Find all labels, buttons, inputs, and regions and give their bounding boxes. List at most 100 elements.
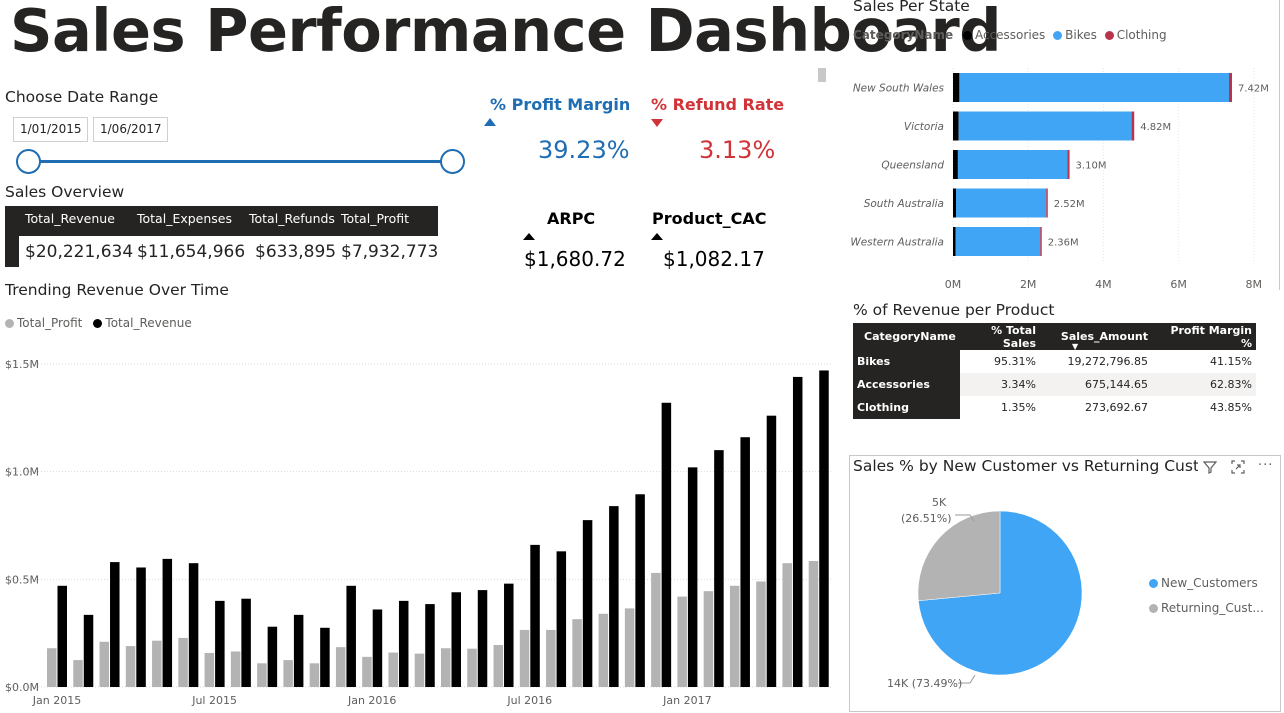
legend-title: CategoryName [853,28,954,42]
bar-profit [414,653,425,687]
legend-item-accessories[interactable]: Accessories [962,28,1045,42]
date-range-label: Choose Date Range [5,88,159,106]
bar-profit [598,613,609,687]
column-header[interactable]: Profit Margin % [1152,323,1256,350]
y-tick-label: $0.0M [5,681,39,694]
bar-profit [703,591,714,687]
legend-item-returning-customers[interactable]: Returning_Cust... [1149,601,1264,615]
bar-clothing [1228,73,1232,102]
legend-item-revenue[interactable]: Total_Revenue [93,316,192,330]
table-cell: 273,692.67 [1085,401,1148,414]
table-cell: $7,932,773 [341,242,439,262]
bar-accessories [953,188,957,218]
date-slider-track[interactable] [28,160,452,163]
trend-chart[interactable]: $1.5M $1.0M $0.5M $0.0M Jan 2015 Jul 2015 Jan… [0,340,840,713]
bar-revenue [451,592,461,687]
table-row[interactable]: Bikes 95.31% 19,272,796.85 41.15% [853,350,1256,373]
date-slider-end-handle[interactable] [440,149,465,174]
product-table-title: % of Revenue per Product [853,301,1055,319]
trend-legend: Total_Profit Total_Revenue [5,312,198,331]
refund-rate-value: 3.13% [699,136,776,164]
category-label: Western Australia [850,237,944,249]
scrollbar-thumb[interactable] [818,68,826,82]
product-cac-label: Product_CAC [652,209,767,228]
bar-revenue [792,376,803,687]
bar-revenue [136,567,146,687]
more-options-icon[interactable]: ··· [1258,458,1273,473]
x-tick-label: 2M [1020,278,1036,291]
data-label: 7.42M [1238,84,1269,95]
table-cell: 3.34% [1001,378,1036,391]
bar-revenue [398,600,409,687]
end-date-input[interactable]: 1/06/2017 [93,117,168,142]
bar-revenue [766,415,777,687]
table-row[interactable]: Clothing 1.35% 273,692.67 43.85% [853,396,1256,419]
bar-profit [756,581,766,687]
trend-up-icon [484,118,496,126]
table-cell: Clothing [853,396,960,419]
table-cell: 675,144.65 [1085,378,1148,391]
x-tick-label: Jan 2016 [347,694,396,707]
category-label: Victoria [904,121,944,133]
bar-clothing [1067,150,1070,179]
bar-profit [651,572,661,687]
bar-accessories [953,150,958,179]
pie-label-returning-pct: (26.51%) [901,512,952,525]
table-cell: Accessories [853,373,960,396]
table-row[interactable]: Accessories 3.34% 675,144.65 62.83% [853,373,1256,396]
legend-dot-icon [962,31,972,40]
bar-profit [467,648,477,687]
state-chart-title: Sales Per State [853,0,970,15]
bar-revenue [609,506,619,687]
table-cell: 62.83% [1210,378,1252,391]
bar-clothing [1131,111,1135,141]
bar-profit [624,608,635,687]
sales-overview-table: Total_Revenue Total_Expenses Total_Refun… [5,206,438,267]
trend-chart-title: Trending Revenue Over Time [5,281,229,299]
bar-bikes [957,150,1068,179]
trend-up-icon [523,233,535,240]
table-cell: 1.35% [1001,401,1036,414]
profit-margin-label: % Profit Margin [490,95,631,114]
pie-label-returning-value: 5K [932,496,947,509]
filter-icon[interactable] [1202,459,1218,479]
bar-profit [230,651,241,687]
column-header: Total_Refunds [249,211,335,226]
sales-overview-title: Sales Overview [5,183,125,201]
bar-revenue [110,562,120,687]
bar-revenue [320,627,330,687]
data-label: 4.82M [1140,122,1171,133]
bar-accessories [953,73,960,102]
state-chart[interactable]: New South Wales Victoria Queensland South A… [848,60,1280,295]
date-slider-start-handle[interactable] [16,149,41,174]
table-cell: 95.31% [994,355,1036,368]
legend-item-clothing[interactable]: Clothing [1104,28,1167,42]
x-tick-label: 0M [945,278,962,291]
column-header[interactable]: CategoryName [853,323,960,350]
bar-revenue [241,598,251,687]
legend-item-bikes[interactable]: Bikes [1053,28,1097,42]
data-label: 3.10M [1076,161,1107,172]
column-header: Total_Expenses [137,211,233,226]
bar-clothing [1040,227,1042,256]
table-cell: $20,221,634 [25,242,134,262]
bar-profit [493,645,504,687]
bar-profit [99,641,110,687]
y-tick-label: $1.5M [5,358,39,371]
bar-revenue [477,590,488,687]
focus-mode-icon[interactable] [1230,459,1246,479]
column-header-sorted[interactable]: Sales_Amount ▼ [1040,323,1152,351]
bar-bikes [959,73,1229,102]
bar-revenue [714,450,724,687]
data-label: 2.36M [1048,238,1079,249]
column-header[interactable]: % Total Sales [960,323,1040,350]
bar-revenue [819,370,829,687]
trend-down-icon [651,119,663,127]
legend-item-profit[interactable]: Total_Profit [5,316,82,330]
bar-revenue [188,563,199,687]
y-tick-label: $0.5M [5,573,39,586]
legend-dot-icon [1149,604,1158,613]
bar-clothing [1046,188,1048,218]
start-date-input[interactable]: 1/01/2015 [13,117,88,142]
legend-item-new-customers[interactable]: New_Customers [1149,576,1258,590]
